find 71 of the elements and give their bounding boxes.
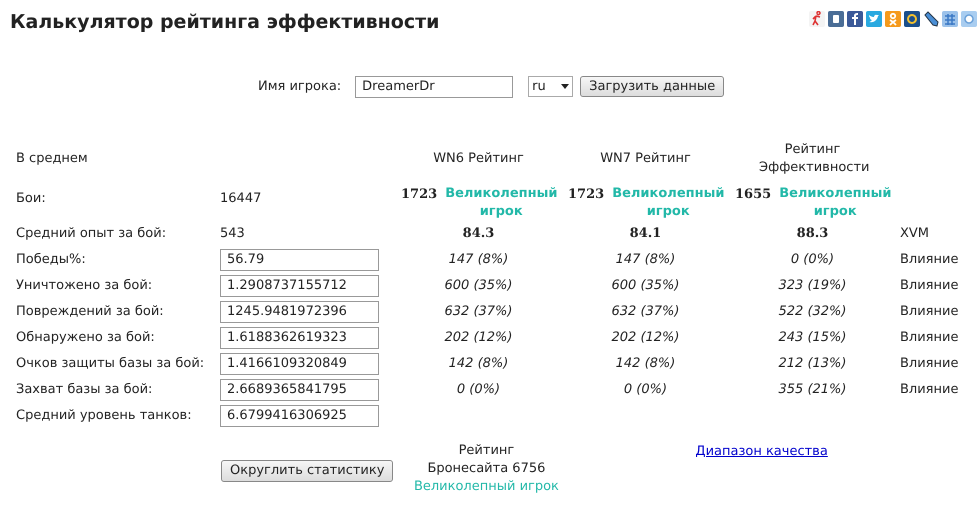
column-note: XVM (899, 224, 930, 243)
stat-input[interactable]: 1.2908737155712 (220, 274, 379, 296)
rating-grade: Великолепный игрок (445, 184, 558, 220)
share-icon[interactable] (809, 11, 825, 27)
round-stats-button[interactable]: Округлить статистику (221, 460, 394, 482)
rating-grade: Великолепный игрок (612, 184, 724, 220)
column-note: Влияние (899, 302, 958, 321)
language-select[interactable]: ru (528, 76, 574, 97)
impact-value: 202 (12%) (612, 330, 680, 345)
row-label: Бои: (16, 190, 46, 206)
column-note: Влияние (899, 380, 958, 399)
share-icon[interactable] (847, 11, 863, 27)
quality-range-link[interactable]: Диапазон качества (695, 442, 828, 461)
stat-input[interactable]: 1245.9481972396 (220, 300, 379, 322)
row-label: Уничтожено за бой: (16, 278, 152, 293)
impact-value: 147 (8%) (448, 252, 508, 267)
rating-grade: Великолепный игрок (779, 184, 892, 220)
rating-text: Рейтинг Бронесайта 6756 (426, 442, 546, 478)
row-label: Очков защиты базы за бой: (16, 356, 204, 371)
row-label: Захват базы за бой: (16, 382, 152, 397)
impact-value: 355 (21%) (778, 382, 846, 397)
score-value: 84.1 (630, 226, 662, 241)
pencil-icon[interactable] (923, 11, 939, 27)
impact-value: 212 (13%) (778, 356, 846, 371)
page-title: Калькулятор рейтинга эффективности (10, 10, 440, 35)
row-label: Средний уровень танков: (16, 408, 192, 423)
player-name-field[interactable]: DreamerDr (355, 76, 514, 98)
share-icon[interactable] (828, 11, 844, 27)
impact-value: 632 (37%) (444, 304, 512, 319)
impact-value: 600 (35%) (444, 278, 512, 293)
stat-input[interactable]: 1.4166109320849 (220, 352, 379, 374)
rating-score: 1655 (735, 186, 772, 204)
stat-input[interactable]: 2.6689365841795 (220, 378, 379, 400)
column-header: WN7 Рейтинг (600, 150, 691, 166)
row-label: Обнаружено за бой: (16, 330, 155, 345)
column-note: Влияние (899, 250, 958, 269)
load-button[interactable]: Загрузить данные (580, 76, 724, 97)
impact-value: 323 (19%) (778, 278, 846, 293)
impact-value: 147 (8%) (616, 252, 676, 267)
rating-score: 1723 (401, 186, 438, 204)
impact-value: 0 (0%) (790, 252, 834, 267)
stat-input[interactable]: 1.6188362619323 (220, 326, 379, 348)
player-label: Имя игрока: (258, 78, 342, 96)
stat-input[interactable]: 56.79 (220, 248, 379, 270)
section-label: В среднем (16, 150, 88, 166)
caret-icon (561, 84, 570, 89)
row-label: Победы%: (16, 252, 86, 267)
impact-value: 632 (37%) (612, 304, 680, 319)
score-value: 84.3 (462, 226, 494, 241)
column-note: Влияние (899, 354, 958, 373)
impact-value: 600 (35%) (612, 278, 680, 293)
row-label: Средний опыт за бой: (16, 226, 166, 241)
impact-value: 142 (8%) (448, 356, 508, 371)
row-label: Повреждений за бой: (16, 304, 164, 319)
impact-value: 142 (8%) (616, 356, 676, 371)
column-note: Влияние (899, 276, 958, 295)
column-note: Влияние (899, 328, 958, 347)
score-value: 88.3 (796, 226, 828, 241)
stat-input[interactable]: 6.6799416306925 (220, 404, 379, 426)
column-header: Рейтинг Эффективности (759, 142, 870, 174)
rating-grade: Великолепный игрок (414, 478, 559, 496)
impact-value: 522 (32%) (778, 304, 846, 319)
impact-value: 0 (0%) (456, 382, 500, 397)
column-header: WN6 Рейтинг (433, 150, 524, 166)
rating-score: 1723 (568, 186, 604, 204)
row-value: 16447 (220, 190, 262, 206)
impact-value: 0 (0%) (624, 382, 668, 397)
share-icon[interactable] (904, 11, 920, 27)
row-value: 543 (220, 226, 245, 241)
impact-value: 243 (15%) (778, 330, 846, 345)
impact-value: 202 (12%) (444, 330, 512, 345)
